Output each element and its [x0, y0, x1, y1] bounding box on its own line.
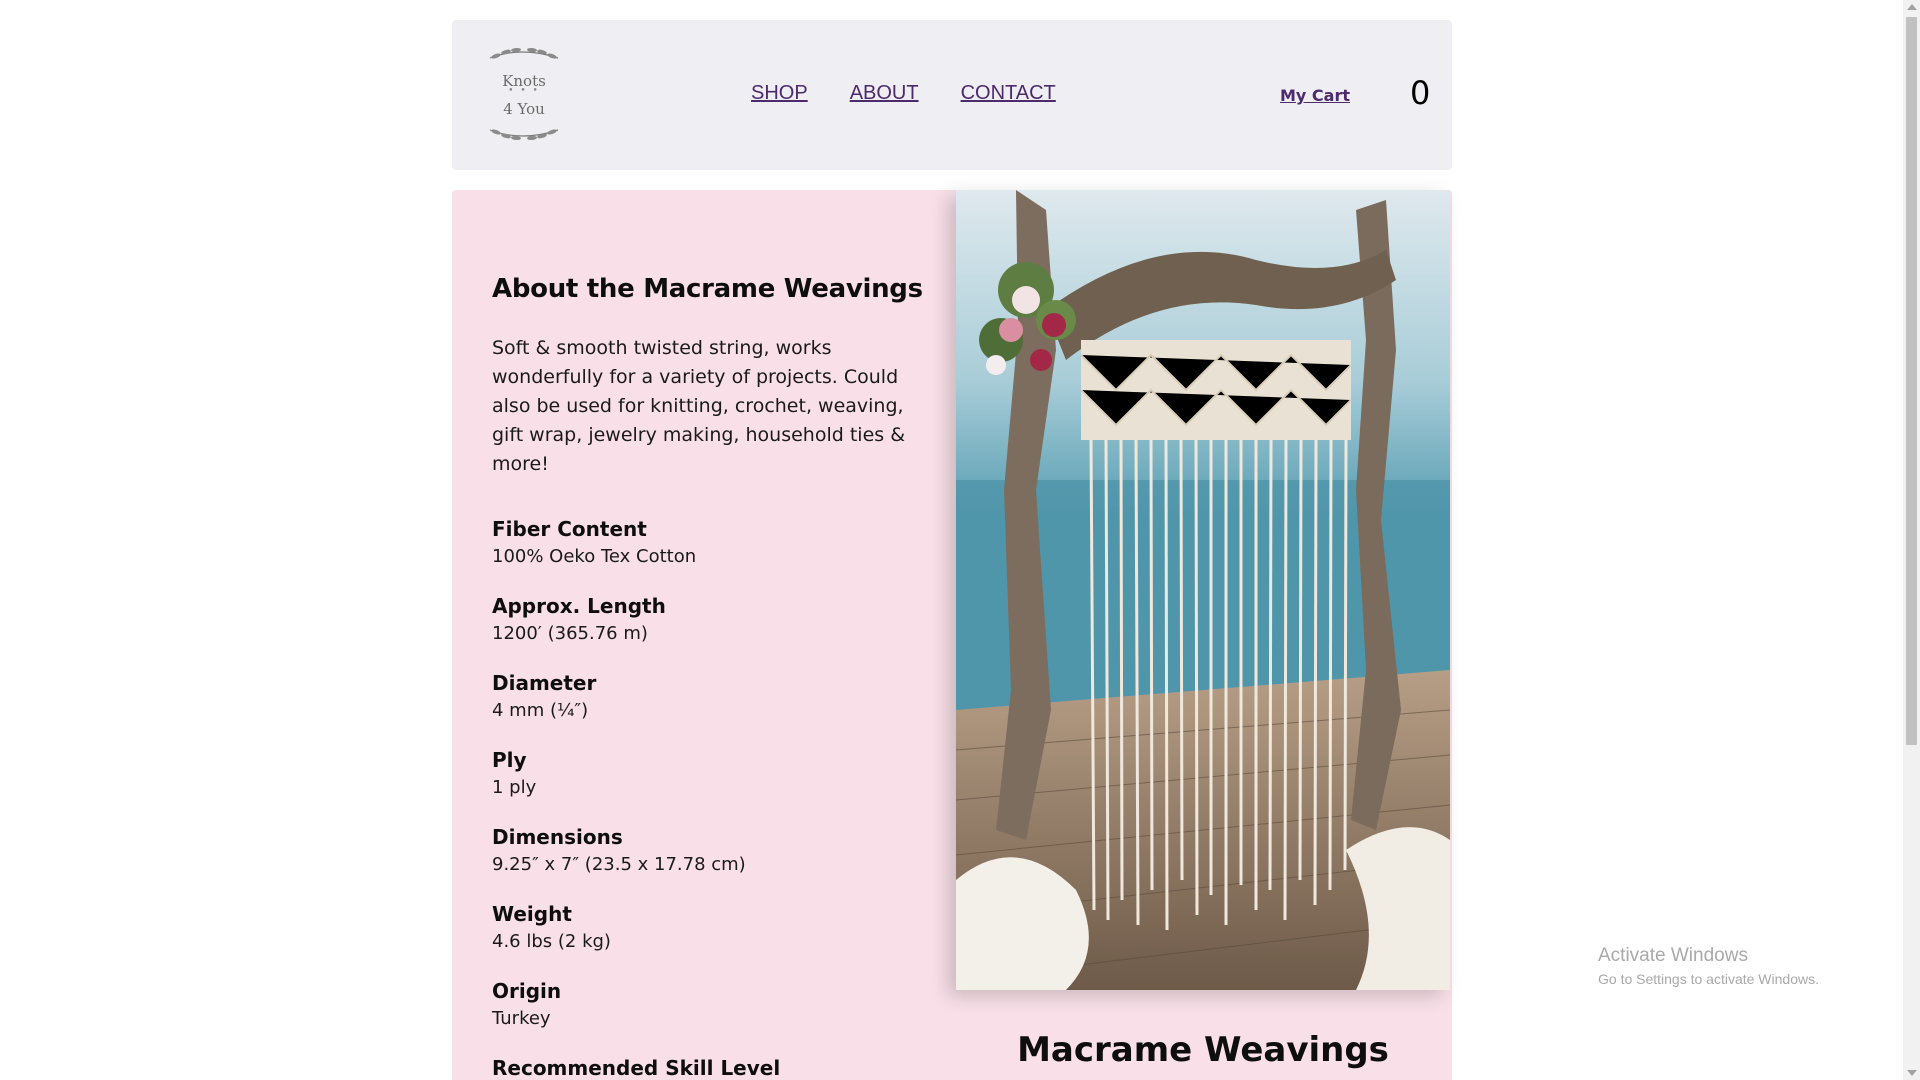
spec-value: 1200′ (365.76 m)	[492, 623, 648, 644]
spec-item: Recommended Skill Level	[492, 1054, 932, 1080]
nav-link-about[interactable]: ABOUT	[850, 82, 919, 105]
spec-label: Origin	[492, 979, 562, 1003]
spec-item: Ply 1 ply	[492, 746, 932, 802]
my-cart-link[interactable]: My Cart	[1280, 86, 1350, 105]
spec-item: Weight 4.6 lbs (2 kg)	[492, 900, 932, 956]
spec-label: Diameter	[492, 671, 597, 695]
spec-label: Approx. Length	[492, 594, 666, 618]
spec-item: Dimensions 9.25″ x 7″ (23.5 x 17.78 cm)	[492, 823, 932, 879]
watermark-title: Activate Windows	[1598, 945, 1748, 966]
spec-value: 1 ply	[492, 777, 537, 798]
spec-item: Origin Turkey	[492, 977, 932, 1033]
about-description: Soft & smooth twisted string, works wond…	[492, 337, 906, 475]
spec-list: Fiber Content 100% Oeko Tex Cotton Appro…	[492, 515, 932, 1080]
page-scrollbar[interactable]	[1903, 0, 1920, 1080]
nav-link-shop[interactable]: SHOP	[751, 82, 808, 105]
macrame-photo-illustration	[956, 190, 1450, 990]
scroll-up-arrow-icon[interactable]	[1907, 4, 1917, 10]
cart-count: 0	[1410, 74, 1431, 112]
spec-label: Weight	[492, 902, 572, 926]
logo-text-line2: 4 You	[503, 100, 545, 118]
scroll-thumb[interactable]	[1906, 17, 1917, 745]
spec-value: 4 mm (¼″)	[492, 700, 589, 721]
logo-dots: • • •	[508, 86, 540, 96]
watermark-subtitle: Go to Settings to activate Windows.	[1598, 971, 1819, 987]
scroll-down-arrow-icon[interactable]	[1907, 1070, 1917, 1076]
spec-value: 4.6 lbs (2 kg)	[492, 931, 611, 952]
spec-item: Diameter 4 mm (¼″)	[492, 669, 932, 725]
spec-label: Dimensions	[492, 825, 623, 849]
about-heading: About the Macrame Weavings	[492, 274, 923, 304]
spec-label: Recommended Skill Level	[492, 1056, 781, 1080]
spec-label: Ply	[492, 748, 527, 772]
site-header: Knots • • • 4 You SHOP ABOUT CONTACT My …	[452, 20, 1452, 170]
product-image	[956, 190, 1450, 990]
main-nav: SHOP ABOUT CONTACT	[751, 82, 1056, 105]
spec-value: 100% Oeko Tex Cotton	[492, 546, 697, 567]
logo[interactable]: Knots • • • 4 You	[482, 44, 566, 144]
windows-activation-watermark: Activate Windows Go to Settings to activ…	[1598, 945, 1819, 987]
product-name: Macrame Weavings	[1017, 1030, 1389, 1070]
spec-item: Fiber Content 100% Oeko Tex Cotton	[492, 515, 932, 571]
product-info: About the Macrame Weavings Soft & smooth…	[492, 274, 932, 1080]
spec-value: 9.25″ x 7″ (23.5 x 17.78 cm)	[492, 854, 746, 875]
spec-label: Fiber Content	[492, 517, 647, 541]
spec-item: Approx. Length 1200′ (365.76 m)	[492, 592, 932, 648]
nav-link-contact[interactable]: CONTACT	[961, 82, 1056, 105]
spec-value: Turkey	[492, 1008, 551, 1029]
